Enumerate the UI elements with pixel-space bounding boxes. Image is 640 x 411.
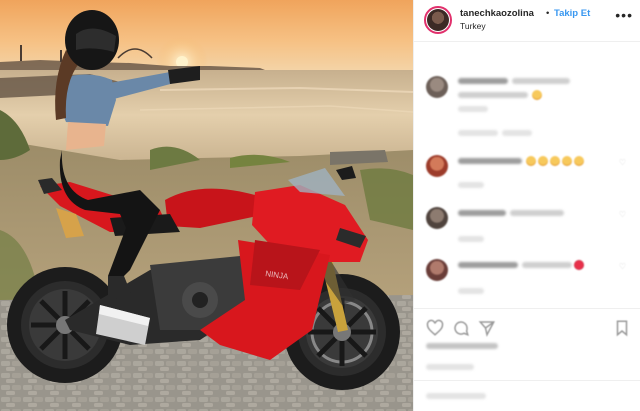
- bookmark-icon[interactable]: [613, 319, 631, 337]
- emoji-icon: [526, 156, 536, 166]
- emoji-icon: [532, 90, 542, 100]
- comment-input-area[interactable]: [414, 380, 640, 411]
- comment-like-icon[interactable]: ♡: [619, 210, 626, 219]
- commenter-avatar[interactable]: [426, 155, 448, 177]
- commenter-avatar[interactable]: [426, 259, 448, 281]
- emoji-icon: [562, 156, 572, 166]
- follow-button[interactable]: Takip Et: [554, 8, 590, 19]
- likes-count[interactable]: [426, 343, 498, 349]
- heart-icon[interactable]: [426, 319, 444, 337]
- post-sidebar: tanechkaozolina • Takip Et Turkey ••• ♡ …: [413, 0, 640, 411]
- post-actions: [414, 308, 640, 349]
- comment-like-icon[interactable]: ♡: [619, 158, 626, 167]
- more-horizontal-icon[interactable]: •••: [615, 8, 633, 22]
- author-username[interactable]: tanechkaozolina: [460, 8, 534, 19]
- post-photo[interactable]: NINJA: [0, 0, 413, 411]
- separator-dot: •: [546, 8, 550, 19]
- emoji-icon: [538, 156, 548, 166]
- comment-like-icon[interactable]: ♡: [619, 262, 626, 271]
- emoji-icon: [574, 156, 584, 166]
- commenter-avatar[interactable]: [426, 76, 448, 98]
- comment-icon[interactable]: [452, 319, 470, 337]
- motorcycle-photo-image: NINJA: [0, 0, 413, 411]
- commenter-avatar[interactable]: [426, 207, 448, 229]
- post-header: tanechkaozolina • Takip Et Turkey •••: [414, 0, 640, 42]
- heart-emoji-icon: [574, 260, 584, 270]
- share-icon[interactable]: [478, 319, 496, 337]
- post-timestamp: [426, 364, 474, 370]
- emoji-icon: [550, 156, 560, 166]
- post-location[interactable]: Turkey: [460, 21, 486, 31]
- author-avatar[interactable]: [424, 6, 452, 34]
